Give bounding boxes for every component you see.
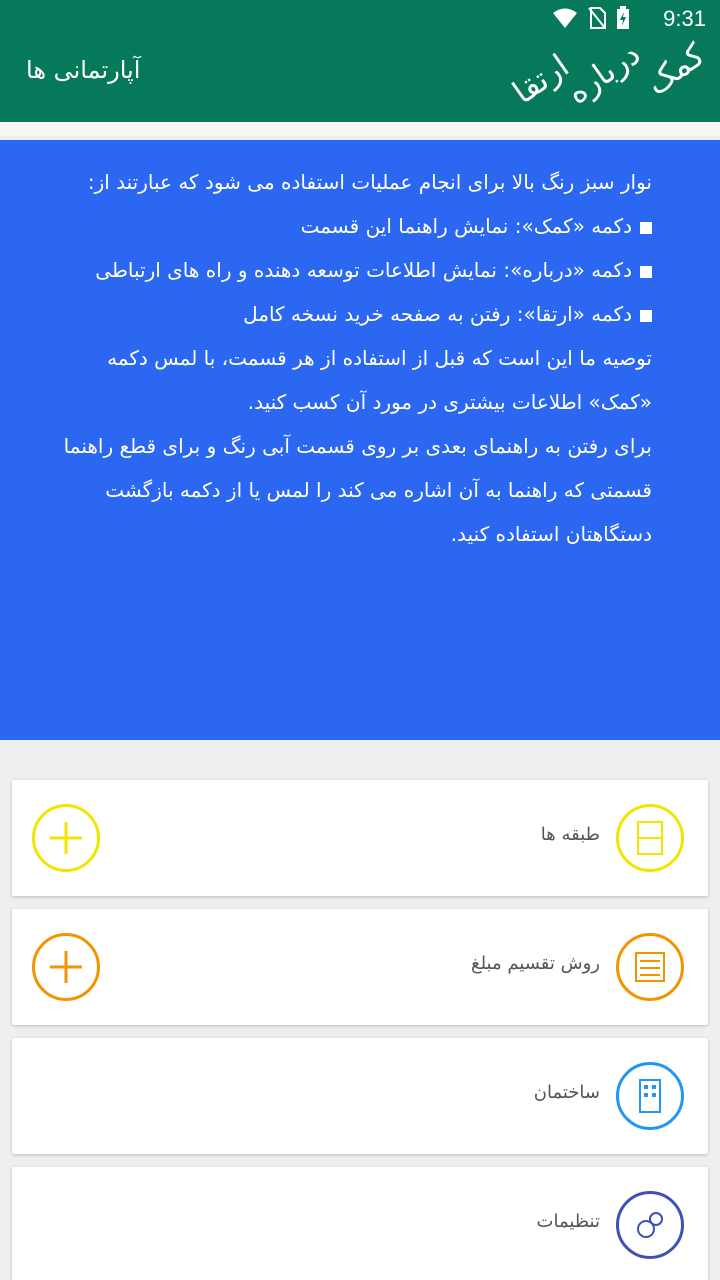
add-split-method-button[interactable]	[32, 933, 100, 1001]
card-label: روش تقسیم مبلغ	[471, 953, 600, 974]
card-split-method[interactable]: روش تقسیم مبلغ	[12, 909, 708, 1025]
bullet-icon	[640, 221, 652, 234]
status-icons	[552, 6, 630, 30]
app-title: آپارتمانی ها	[26, 56, 141, 84]
status-bar: 9:31	[0, 0, 720, 36]
help-navigation: برای رفتن به راهنمای بعدی بر روی قسمت آب…	[63, 434, 652, 546]
battery-charging-icon	[617, 6, 629, 29]
card-floors[interactable]: طبقه ها	[12, 780, 708, 896]
app-bar-shadow	[0, 122, 720, 136]
card-label: ساختمان	[533, 1082, 600, 1103]
status-time: 9:31	[663, 6, 706, 31]
card-building[interactable]: ساختمان	[12, 1038, 708, 1154]
card-settings[interactable]: تنظیمات	[12, 1167, 708, 1280]
card-label: تنظیمات	[536, 1211, 600, 1232]
help-intro: نوار سبز رنگ بالا برای انجام عملیات استف…	[87, 170, 652, 194]
plus-icon	[50, 822, 82, 854]
no-sim-icon	[588, 7, 606, 29]
plus-icon	[50, 951, 82, 983]
help-text: نوار سبز رنگ بالا برای انجام عملیات استف…	[62, 160, 652, 556]
help-bullet: دکمه «کمک»: نمایش راهنما این قسمت	[62, 204, 652, 248]
bullet-icon	[640, 265, 652, 278]
bullet-icon	[640, 309, 652, 322]
gears-icon	[616, 1191, 684, 1259]
add-floor-button[interactable]	[32, 804, 100, 872]
help-bullet: دکمه «ارتقا»: رفتن به صفحه خرید نسخه کام…	[62, 292, 652, 336]
app-bar: آپارتمانی ها کمک درباره ارتقا	[0, 34, 720, 122]
upgrade-button[interactable]: ارتقا	[505, 46, 575, 111]
help-advice: توصیه ما این است که قبل از استفاده از هر…	[107, 346, 652, 414]
abacus-icon	[616, 933, 684, 1001]
wifi-icon	[553, 8, 577, 28]
card-label: طبقه ها	[540, 824, 600, 845]
help-button[interactable]: کمک	[638, 36, 711, 103]
building-icon	[616, 1062, 684, 1130]
help-bullet: دکمه «درباره»: نمایش اطلاعات توسعه دهنده…	[62, 248, 652, 292]
floors-icon	[616, 804, 684, 872]
